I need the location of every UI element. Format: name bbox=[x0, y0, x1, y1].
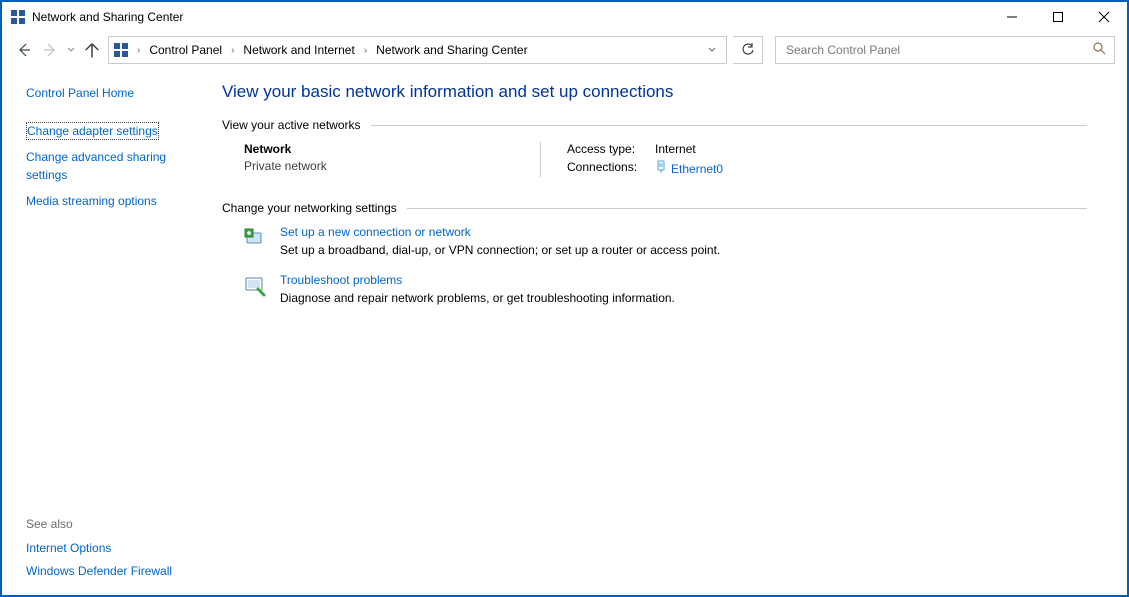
task-troubleshoot: Troubleshoot problems Diagnose and repai… bbox=[222, 273, 1087, 305]
breadcrumb-label: Network and Internet bbox=[243, 43, 354, 57]
minimize-button[interactable] bbox=[989, 2, 1035, 32]
sidebar-control-panel-home[interactable]: Control Panel Home bbox=[26, 86, 204, 100]
maximize-button[interactable] bbox=[1035, 2, 1081, 32]
task-description: Diagnose and repair network problems, or… bbox=[280, 291, 675, 305]
chevron-right-icon[interactable]: › bbox=[229, 45, 236, 56]
section-label: Change your networking settings bbox=[222, 201, 397, 215]
section-label: View your active networks bbox=[222, 118, 361, 132]
connection-link[interactable]: Ethernet0 bbox=[655, 160, 723, 177]
chevron-right-icon[interactable]: › bbox=[362, 45, 369, 56]
breadcrumb-item[interactable]: Network and Sharing Center bbox=[373, 37, 530, 63]
address-dropdown-button[interactable] bbox=[702, 37, 722, 63]
window-title: Network and Sharing Center bbox=[32, 10, 183, 24]
page-title: View your basic network information and … bbox=[222, 82, 1087, 102]
divider bbox=[371, 125, 1087, 126]
network-name: Network bbox=[244, 142, 514, 156]
vertical-divider bbox=[540, 142, 541, 177]
connection-name: Ethernet0 bbox=[671, 162, 723, 176]
network-type: Private network bbox=[244, 159, 514, 173]
forward-button[interactable] bbox=[40, 40, 60, 60]
sidebar-spacer bbox=[26, 218, 204, 517]
ethernet-icon bbox=[655, 160, 667, 177]
sidebar: Control Panel Home Change adapter settin… bbox=[2, 68, 212, 595]
sidebar-change-advanced-sharing[interactable]: Change advanced sharing settings bbox=[26, 148, 204, 184]
access-type-value: Internet bbox=[655, 142, 723, 156]
breadcrumb-label: Network and Sharing Center bbox=[376, 43, 527, 57]
search-input[interactable] bbox=[784, 42, 1106, 58]
task-body: Troubleshoot problems Diagnose and repai… bbox=[280, 273, 675, 305]
search-icon[interactable] bbox=[1093, 42, 1106, 58]
task-title-link[interactable]: Troubleshoot problems bbox=[280, 273, 675, 287]
see-also-internet-options[interactable]: Internet Options bbox=[26, 541, 204, 555]
close-button[interactable] bbox=[1081, 2, 1127, 32]
refresh-button[interactable] bbox=[733, 36, 763, 64]
back-button[interactable] bbox=[14, 40, 34, 60]
setup-connection-icon bbox=[244, 227, 266, 249]
task-title-link[interactable]: Set up a new connection or network bbox=[280, 225, 720, 239]
task-body: Set up a new connection or network Set u… bbox=[280, 225, 720, 257]
chevron-right-icon[interactable]: › bbox=[135, 45, 142, 56]
task-setup-connection: Set up a new connection or network Set u… bbox=[222, 225, 1087, 257]
toolbar: › Control Panel › Network and Internet ›… bbox=[2, 32, 1127, 68]
sidebar-change-adapter-settings[interactable]: Change adapter settings bbox=[26, 122, 159, 140]
titlebar: Network and Sharing Center bbox=[2, 2, 1127, 32]
body: Control Panel Home Change adapter settin… bbox=[2, 68, 1127, 595]
up-button[interactable] bbox=[82, 40, 102, 60]
change-settings-section: Change your networking settings Set up bbox=[222, 201, 1087, 305]
divider bbox=[407, 208, 1087, 209]
window: Network and Sharing Center bbox=[0, 0, 1129, 597]
see-also-label: See also bbox=[26, 517, 204, 531]
active-networks-section: View your active networks Network Privat… bbox=[222, 118, 1087, 177]
recent-locations-button[interactable] bbox=[66, 46, 76, 54]
titlebar-left: Network and Sharing Center bbox=[10, 9, 183, 25]
section-header: View your active networks bbox=[222, 118, 1087, 132]
active-network-row: Network Private network Access type: Int… bbox=[222, 142, 1087, 177]
access-type-label: Access type: bbox=[567, 142, 637, 156]
troubleshoot-icon bbox=[244, 275, 266, 297]
task-description: Set up a broadband, dial-up, or VPN conn… bbox=[280, 243, 720, 257]
see-also-windows-defender-firewall[interactable]: Windows Defender Firewall bbox=[26, 564, 204, 578]
main: View your basic network information and … bbox=[212, 68, 1127, 595]
connections-label: Connections: bbox=[567, 160, 637, 177]
window-controls bbox=[989, 2, 1127, 32]
search-box[interactable] bbox=[775, 36, 1115, 64]
network-sharing-icon bbox=[10, 9, 26, 25]
sidebar-media-streaming-options[interactable]: Media streaming options bbox=[26, 192, 204, 210]
network-identity: Network Private network bbox=[244, 142, 514, 177]
breadcrumb-label: Control Panel bbox=[149, 43, 222, 57]
section-header: Change your networking settings bbox=[222, 201, 1087, 215]
network-details: Access type: Internet Connections: Ether… bbox=[567, 142, 723, 177]
breadcrumb-item[interactable]: Network and Internet bbox=[240, 37, 357, 63]
address-bar[interactable]: › Control Panel › Network and Internet ›… bbox=[108, 36, 727, 64]
breadcrumb-item[interactable]: Control Panel bbox=[146, 37, 225, 63]
network-sharing-icon bbox=[113, 42, 129, 58]
